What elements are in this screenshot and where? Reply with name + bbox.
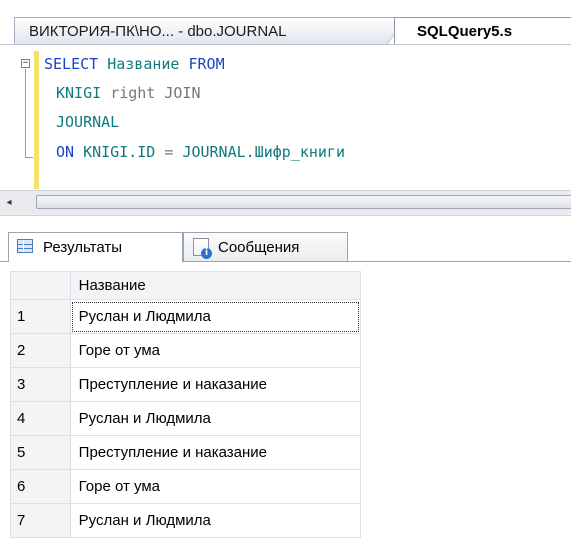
grid-cell[interactable]: Руслан и Людмила: [69, 299, 362, 334]
grid-cell[interactable]: Горе от ума: [69, 469, 362, 504]
code-line-2[interactable]: KNIGI right JOIN: [56, 84, 201, 102]
row-number[interactable]: 2: [10, 333, 71, 368]
keyword-right-join: right JOIN: [110, 84, 201, 102]
scroll-left-icon[interactable]: ◂: [2, 196, 16, 210]
tab-sqlquery5-label: SQLQuery5.s: [417, 23, 513, 40]
table-row: 7 Руслан и Людмила: [10, 503, 362, 538]
grid-cell[interactable]: Преступление и наказание: [69, 435, 362, 470]
tab-journal-table-label: ВИКТОРИЯ-ПК\НО... - dbo.JOURNAL: [29, 23, 287, 40]
keyword-from: FROM: [188, 55, 225, 73]
table-row: 6 Горе от ума: [10, 469, 362, 504]
row-number[interactable]: 1: [10, 299, 71, 334]
row-number[interactable]: 7: [10, 503, 71, 538]
tab-results[interactable]: Результаты: [8, 232, 183, 262]
row-number[interactable]: 6: [10, 469, 71, 504]
grid-cell[interactable]: Руслан и Людмила: [69, 401, 362, 436]
code-line-1[interactable]: SELECT Название FROM: [44, 55, 225, 73]
table-journal: JOURNAL: [56, 113, 120, 131]
code-line-3[interactable]: JOURNAL: [56, 113, 119, 131]
editor-horizontal-scrollbar[interactable]: ◂: [0, 190, 571, 216]
join-right-operand: JOURNAL.Шифр_книги: [182, 143, 345, 161]
keyword-on: ON: [56, 143, 75, 161]
outline-guide: [25, 69, 26, 157]
tab-messages-label: Сообщения: [218, 239, 300, 256]
scroll-thumb[interactable]: [36, 195, 571, 209]
grid-header-row: Название: [10, 271, 362, 300]
table-knigi: KNIGI: [56, 84, 102, 102]
row-number[interactable]: 4: [10, 401, 71, 436]
table-row: 4 Руслан и Людмила: [10, 401, 362, 436]
message-icon: [193, 238, 212, 259]
collapse-icon[interactable]: −: [21, 59, 30, 68]
result-tabs: Сообщения Результаты: [0, 224, 571, 262]
row-number-header[interactable]: [10, 271, 71, 300]
table-row: 2 Горе от ума: [10, 333, 362, 368]
row-number[interactable]: 3: [10, 367, 71, 402]
column-header-nazvanie[interactable]: Название: [69, 271, 362, 300]
tab-messages[interactable]: Сообщения: [183, 232, 348, 262]
tab-sqlquery5[interactable]: SQLQuery5.s: [394, 17, 571, 44]
code-line-4[interactable]: ON KNIGI.ID = JOURNAL.Шифр_книги: [56, 143, 345, 161]
query-editor[interactable]: − SELECT Название FROM KNIGI right JOIN …: [0, 44, 571, 191]
outline-guide-end: [25, 157, 33, 158]
results-grid: Название 1 Руслан и Людмила 2 Горе от ум…: [10, 271, 362, 538]
grid-cell[interactable]: Горе от ума: [69, 333, 362, 368]
grid-cell[interactable]: Руслан и Людмила: [69, 503, 362, 538]
table-row: 1 Руслан и Людмила: [10, 299, 362, 334]
grid-cell[interactable]: Преступление и наказание: [69, 367, 362, 402]
table-row: 5 Преступление и наказание: [10, 435, 362, 470]
tab-results-label: Результаты: [43, 239, 122, 256]
document-tab-strip: ВИКТОРИЯ-ПК\НО... - dbo.JOURNAL SQLQuery…: [0, 0, 571, 44]
row-number[interactable]: 5: [10, 435, 71, 470]
join-operator: =: [164, 143, 174, 161]
keyword-select: SELECT: [44, 55, 99, 73]
tab-journal-table[interactable]: ВИКТОРИЯ-ПК\НО... - dbo.JOURNAL: [14, 17, 402, 44]
grid-icon: [17, 239, 33, 253]
column-name: Название: [107, 55, 180, 73]
table-row: 3 Преступление и наказание: [10, 367, 362, 402]
join-left-operand: KNIGI.ID: [83, 143, 156, 161]
change-tracking-bar: [34, 51, 39, 189]
